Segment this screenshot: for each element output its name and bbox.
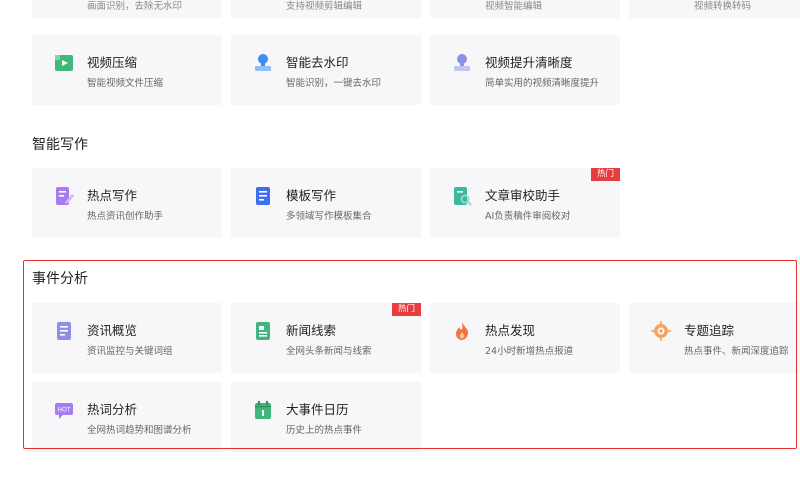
pen-document-icon (56, 187, 74, 205)
stamp-icon (255, 54, 271, 71)
section-title-events: 事件分析 (32, 271, 88, 287)
document-icon (57, 322, 71, 340)
enhance-icon (454, 54, 470, 71)
template-document-icon (256, 187, 270, 205)
card-news-clues[interactable]: 新闻线索 全网头条新闻与线索 热门 (231, 303, 421, 373)
card-desc: 全网热词趋势和图谱分析 (87, 425, 192, 436)
card-title: 热点写作 (87, 188, 138, 203)
svg-text:HOT: HOT (58, 407, 71, 414)
card-desc: 简单实用的视频清晰度提升 (485, 78, 600, 89)
card-desc: 画面识别，去除无水印 (87, 1, 183, 12)
card-title: 视频提升清晰度 (485, 55, 573, 70)
card-title: 新闻线索 (286, 323, 337, 338)
card-desc: AI负责稿件审阅校对 (485, 211, 571, 222)
card-partial-4[interactable]: 视频转换转码 (629, 0, 800, 18)
card-event-calendar[interactable]: 大事件日历 历史上的热点事件 (231, 382, 421, 452)
card-watermark-remove[interactable]: 智能去水印 智能识别，一键去水印 (231, 35, 421, 105)
card-desc: 视频转换转码 (694, 1, 752, 12)
card-title: 大事件日历 (286, 402, 349, 417)
hot-badge: 热门 (590, 168, 620, 181)
card-desc: 智能视频文件压缩 (87, 78, 164, 89)
card-partial-2[interactable]: 支持视频剪辑编辑 (231, 0, 421, 18)
card-topic-tracking[interactable]: 专题追踪 热点事件、新闻深度追踪 (629, 303, 800, 373)
card-desc: 智能识别，一键去水印 (286, 78, 382, 89)
card-title: 资讯概览 (87, 323, 138, 338)
card-partial-1[interactable]: 画面识别，去除无水印 (32, 0, 222, 18)
section-title-writing: 智能写作 (32, 137, 88, 153)
card-desc: 多领域写作模板集合 (286, 211, 372, 222)
card-desc: 热点事件、新闻深度追踪 (684, 346, 789, 357)
card-title: 热词分析 (87, 402, 138, 417)
card-title: 专题追踪 (684, 323, 735, 338)
hot-chat-icon: HOT (55, 403, 73, 419)
flame-icon (456, 322, 469, 340)
card-video-enhance[interactable]: 视频提升清晰度 简单实用的视频清晰度提升 (430, 35, 620, 105)
card-title: 智能去水印 (286, 55, 349, 70)
hot-badge: 热门 (391, 303, 421, 316)
card-title: 模板写作 (286, 188, 337, 203)
card-title: 视频压缩 (87, 55, 138, 70)
card-desc: 全网头条新闻与线索 (286, 346, 372, 357)
card-desc: 24小时新增热点报道 (485, 346, 574, 357)
card-desc: 视频智能编辑 (485, 1, 543, 12)
review-document-icon (454, 187, 472, 206)
video-compress-icon (55, 55, 73, 71)
card-template-writing[interactable]: 模板写作 多领域写作模板集合 (231, 168, 421, 238)
card-desc: 历史上的热点事件 (286, 425, 363, 436)
card-video-compress[interactable]: 视频压缩 智能视频文件压缩 (32, 35, 222, 105)
card-title: 热点发现 (485, 323, 536, 338)
card-hot-writing[interactable]: 热点写作 热点资讯创作助手 (32, 168, 222, 238)
card-desc: 支持视频剪辑编辑 (286, 1, 363, 12)
calendar-icon (255, 401, 271, 419)
card-info-overview[interactable]: 资讯概览 资讯监控与关键词组 (32, 303, 222, 373)
news-icon (256, 322, 270, 340)
card-title: 文章审校助手 (485, 188, 561, 203)
card-hotword-analysis[interactable]: HOT 热词分析 全网热词趋势和图谱分析 (32, 382, 222, 452)
card-partial-3[interactable]: 视频智能编辑 (430, 0, 620, 18)
card-desc: 资讯监控与关键词组 (87, 346, 173, 357)
target-icon (651, 321, 671, 341)
card-hot-discovery[interactable]: 热点发现 24小时新增热点报道 (430, 303, 620, 373)
card-article-review[interactable]: 文章审校助手 AI负责稿件审阅校对 热门 (430, 168, 620, 238)
card-desc: 热点资讯创作助手 (87, 211, 164, 222)
